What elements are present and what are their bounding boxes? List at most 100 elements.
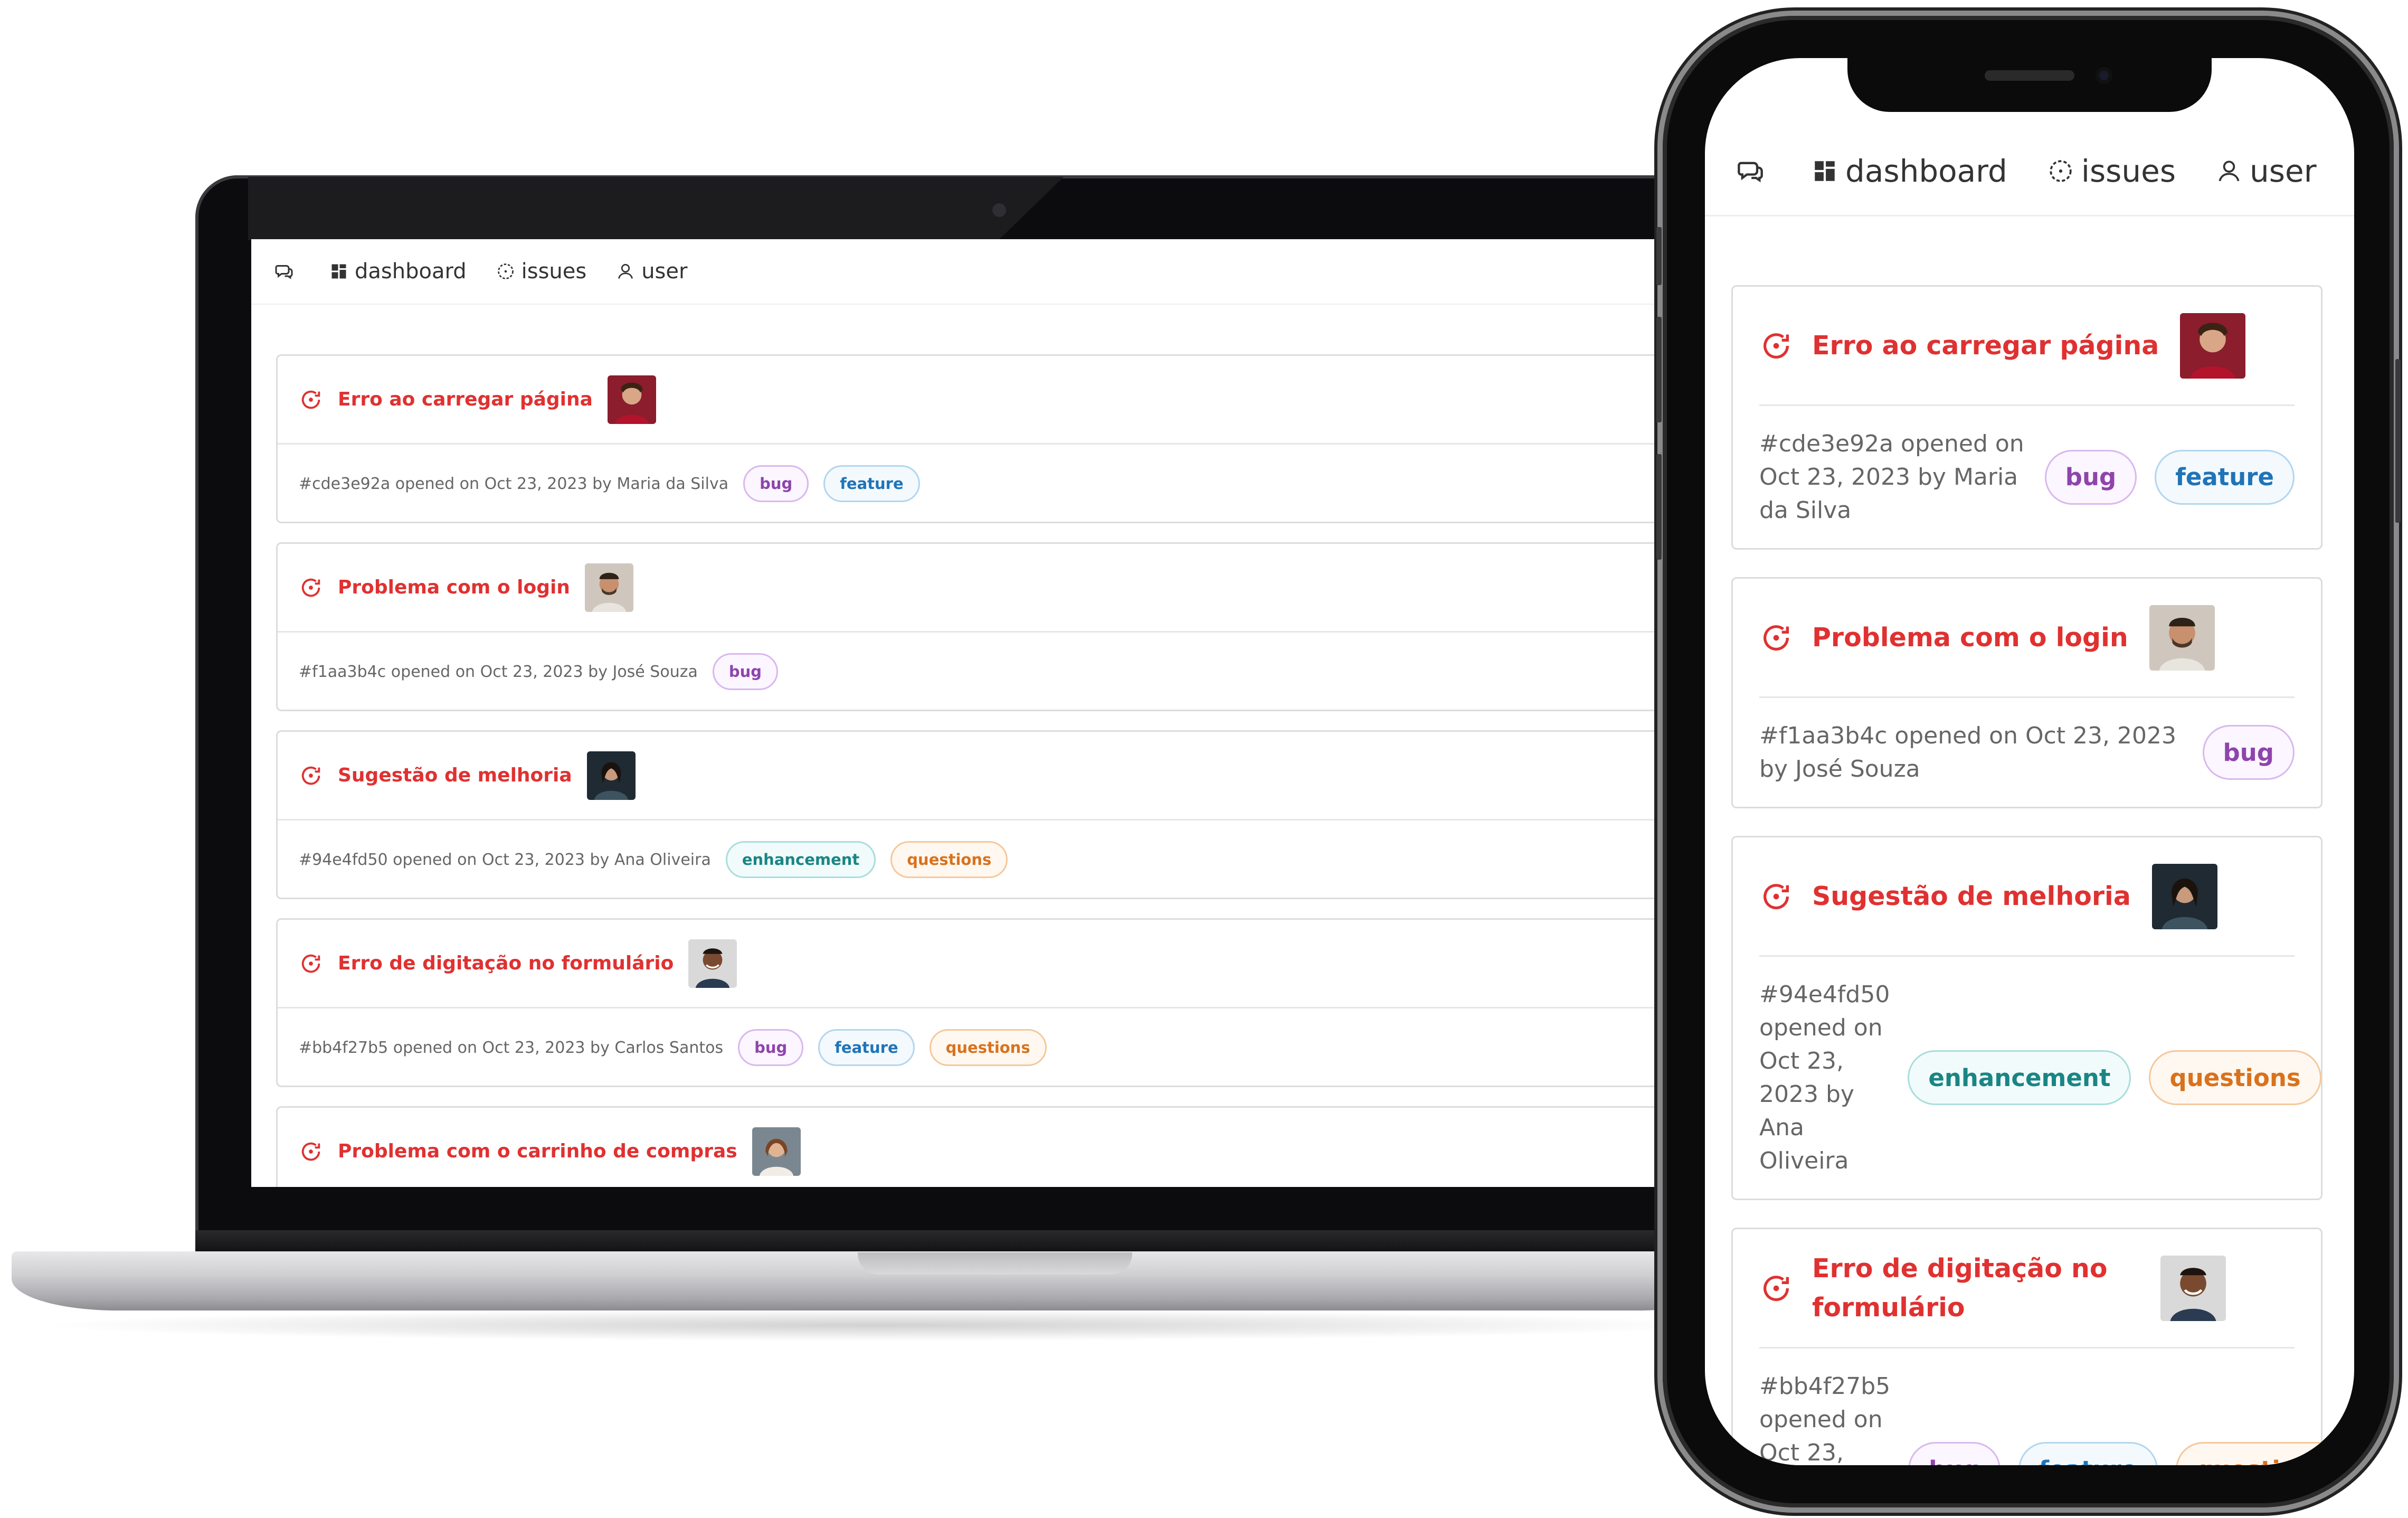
label-group: bug [2185,725,2295,780]
issue-header: Problema com o login [1759,579,2295,698]
issue-title[interactable]: Erro de digitação no formulário [1812,1249,2139,1327]
issue-card[interactable]: Problema com o login #f1aa3b4c opened on… [276,542,1703,711]
issue-list: Erro ao carregar página #cde3e92a opened… [1705,216,2354,1465]
label-bug[interactable]: bug [1908,1442,2001,1465]
issue-circle-icon [497,263,514,279]
avatar [586,751,636,800]
issue-meta-text: #94e4fd50 opened on Oct 23, 2023 by Ana … [299,850,711,869]
label-enhancement[interactable]: enhancement [1908,1050,2131,1105]
issue-title[interactable]: Problema com o login [338,577,570,598]
laptop-shadow [32,1309,1721,1341]
label-questions[interactable]: questions [2176,1442,2348,1465]
issue-opened-icon [1764,883,1789,909]
issue-card[interactable]: Problema com o login #f1aa3b4c opened on… [1731,577,2322,808]
phone-silent-switch [1656,227,1662,285]
issue-meta: #cde3e92a opened on Oct 23, 2023 by Mari… [278,445,1703,523]
phone-front-camera [2096,67,2112,84]
issue-meta-text: #f1aa3b4c opened on Oct 23, 2023 by José… [299,662,698,681]
label-feature[interactable]: feature [823,465,920,502]
laptop-camera [992,203,1006,217]
nav-issues-label: issues [2081,153,2176,189]
label-bug[interactable]: bug [743,465,809,502]
label-bug[interactable]: bug [2202,725,2295,780]
label-bug[interactable]: bug [2044,449,2137,505]
label-questions[interactable]: questions [929,1029,1047,1066]
issue-card[interactable]: Erro de digitação no formulário #bb4f27b… [276,918,1703,1087]
issue-header: Problema com o carrinho de compras [278,1108,1703,1187]
issue-opened-icon [1764,625,1789,650]
issue-title[interactable]: Problema com o login [1812,618,2128,657]
label-feature[interactable]: feature [818,1029,915,1066]
avatar [584,563,633,612]
laptop-hinge [195,1230,1789,1253]
issue-meta: #bb4f27b5 opened on Oct 23, 2023 by Carl… [278,1008,1703,1087]
issue-meta-text: #bb4f27b5 opened on Oct 23, 2023 by Carl… [299,1038,724,1057]
issue-card[interactable]: Erro de digitação no formulário #bb4f27b… [1731,1228,2348,1465]
issue-title[interactable]: Sugestão de melhoria [1812,877,2131,916]
issue-title[interactable]: Sugestão de melhoria [338,765,572,786]
issue-card[interactable]: Sugestão de melhoria #94e4fd50 opened on… [1731,836,2322,1200]
nav-dashboard[interactable]: dashboard [1812,153,2007,189]
dashboard-grid-icon [331,264,346,279]
label-bug[interactable]: bug [712,653,779,690]
issue-title[interactable]: Problema com o carrinho de compras [338,1140,737,1162]
avatar [2151,863,2217,929]
issue-title[interactable]: Erro de digitação no formulário [338,953,674,974]
issue-meta-text: #cde3e92a opened on Oct 23, 2023 by Mari… [299,474,729,493]
issue-meta-text: #bb4f27b5 opened on Oct 23, 2023 by Carl… [1759,1373,1891,1465]
phone-volume-down [1656,454,1662,560]
issue-header: Erro ao carregar página [278,356,1703,445]
issue-header: Erro ao carregar página [1759,287,2295,406]
issue-meta-text: #94e4fd50 opened on Oct 23, 2023 by Ana … [1759,981,1890,1174]
nav-dashboard-label: dashboard [1845,153,2007,189]
avatar [2160,1255,2226,1321]
issue-title[interactable]: Erro ao carregar página [338,389,593,410]
issue-header: Sugestão de melhoria [278,732,1703,821]
issue-opened-icon [1764,333,1789,359]
issue-opened-icon [301,1142,320,1161]
avatar [2180,313,2246,379]
avatar [688,939,737,988]
issue-opened-icon [301,954,320,973]
logo-chat-icon[interactable] [274,262,300,281]
issue-circle-icon [2050,159,2072,182]
issue-list: Erro ao carregar página #cde3e92a opened… [251,305,1703,1187]
label-group: bug feature [2027,449,2295,505]
issue-header: Erro de digitação no formulário [278,920,1703,1008]
issue-opened-icon [301,390,320,409]
issue-opened-icon [301,578,320,597]
label-group: bug feature questions [1890,1442,2348,1465]
issue-card[interactable]: Problema com o carrinho de compras [276,1106,1703,1187]
issue-meta: #cde3e92a opened on Oct 23, 2023 by Mari… [1733,406,2321,548]
label-questions[interactable]: questions [2149,1050,2321,1105]
phone-power-button [2395,359,2401,523]
issue-title[interactable]: Erro ao carregar página [1812,326,2159,365]
issue-card[interactable]: Erro ao carregar página #cde3e92a opened… [276,354,1703,523]
issue-header: Erro de digitação no formulário [1759,1229,2295,1349]
label-group: enhancement questions [1890,1050,2321,1105]
nav-user-label: user [641,259,688,284]
issue-meta-text: #f1aa3b4c opened on Oct 23, 2023 by José… [1759,722,2176,782]
label-enhancement[interactable]: enhancement [725,841,876,878]
issue-header: Problema com o login [278,544,1703,633]
label-bug[interactable]: bug [738,1029,804,1066]
nav-dashboard[interactable]: dashboard [329,259,467,284]
label-feature[interactable]: feature [2018,1442,2158,1465]
issue-meta: #f1aa3b4c opened on Oct 23, 2023 by José… [278,633,1703,711]
user-icon [618,263,633,279]
issue-card[interactable]: Sugestão de melhoria #94e4fd50 opened on… [276,730,1703,899]
label-feature[interactable]: feature [2155,449,2295,505]
nav-user[interactable]: user [616,259,687,284]
nav-issues[interactable]: issues [496,259,586,284]
logo-chat-icon[interactable] [1737,157,1771,185]
issue-meta: #94e4fd50 opened on Oct 23, 2023 by Ana … [1733,957,2321,1199]
nav-issues[interactable]: issues [2047,153,2176,189]
issue-meta: #94e4fd50 opened on Oct 23, 2023 by Ana … [278,821,1703,899]
issue-card[interactable]: Erro ao carregar página #cde3e92a opened… [1731,285,2322,550]
laptop-opening-groove [858,1252,1132,1275]
label-questions[interactable]: questions [890,841,1008,878]
avatar [752,1127,801,1176]
phone-notch [1847,53,2212,112]
nav-user[interactable]: user [2216,153,2317,189]
avatar [2149,605,2215,671]
